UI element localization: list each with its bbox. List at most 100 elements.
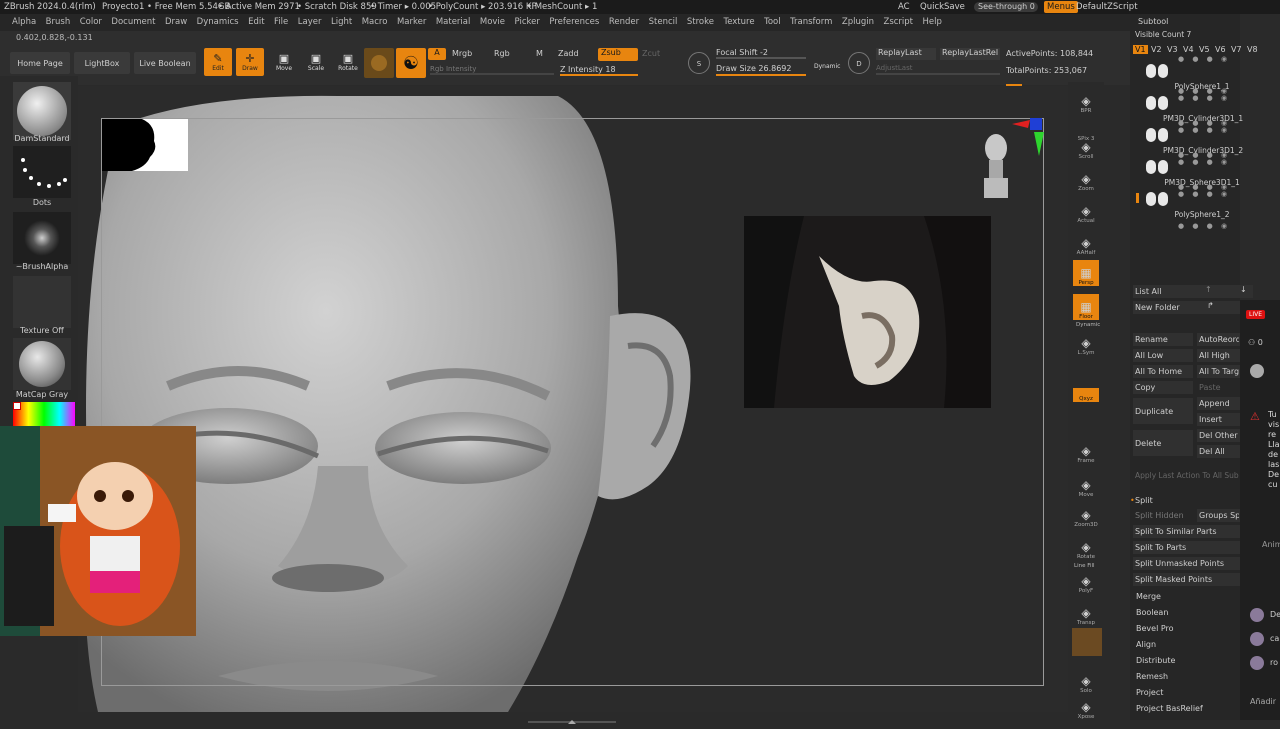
live-boolean-button[interactable]: Live Boolean [134, 52, 196, 74]
menu-dynamics[interactable]: Dynamics [197, 17, 239, 27]
edit-button[interactable]: ✎ Edit [204, 48, 232, 76]
rotate-button[interactable]: ▣ Rotate [334, 48, 362, 76]
del-other-button[interactable]: Del Other [1199, 431, 1238, 440]
shelf-bpr-button[interactable]: ◈ BPR [1073, 88, 1099, 114]
shelf-scroll-button[interactable]: ◈ Scroll [1073, 134, 1099, 160]
rgb-toggle[interactable]: Rgb [494, 49, 510, 58]
section-remesh[interactable]: Remesh [1136, 672, 1168, 681]
stroke-s-icon[interactable]: S [688, 52, 710, 74]
version-v7-tab[interactable]: V7 [1229, 45, 1244, 54]
insert-button[interactable]: Insert [1199, 415, 1222, 424]
menu-edit[interactable]: Edit [248, 17, 264, 27]
shelf-aahalf-button[interactable]: ◈ AAHalf [1073, 230, 1099, 256]
split-item-button[interactable]: Split To Parts [1135, 543, 1186, 552]
shelf-persp-button[interactable]: ▦ Persp [1073, 260, 1099, 286]
all-low-button[interactable]: All Low [1135, 351, 1163, 360]
subtool-toggle-row[interactable]: ● ● ● ◉ [1178, 190, 1230, 198]
color-picker[interactable] [13, 402, 75, 428]
menu-alpha[interactable]: Alpha [12, 17, 36, 27]
shelf-polyf-button[interactable]: ◈ PolyF [1073, 568, 1099, 594]
draw-button[interactable]: ✛ Draw [236, 48, 264, 76]
menu-stroke[interactable]: Stroke [687, 17, 714, 27]
navigation-head-gizmo[interactable] [980, 130, 1014, 200]
groups-split-button[interactable]: Groups Split [1199, 511, 1239, 520]
apply-last-action-button[interactable]: Apply Last Action To All Sub [1135, 471, 1239, 480]
subtool-toggle-row[interactable]: ● ● ● ◉ [1178, 119, 1230, 127]
stroke-thumbnail[interactable] [13, 146, 71, 198]
split-item-button[interactable]: Split Unmasked Points [1135, 559, 1224, 568]
split-hidden-button[interactable]: Split Hidden [1135, 511, 1184, 520]
add-button[interactable]: Añadir [1250, 697, 1276, 706]
menu-zscript[interactable]: Zscript [884, 17, 914, 27]
rename-button[interactable]: Rename [1135, 335, 1168, 344]
all-to-home-button[interactable]: All To Home [1135, 367, 1182, 376]
lightbox-button[interactable]: LightBox [74, 52, 130, 74]
dynamic-label[interactable]: Dynamic [1076, 322, 1100, 328]
delete-button[interactable]: Delete [1135, 439, 1161, 448]
see-through-slider[interactable]: See-through 0 [974, 2, 1038, 12]
subtool-toggle-row[interactable]: ● ● ● ◉ [1178, 55, 1230, 63]
shelf-zoom3d-button[interactable]: ◈ Zoom3D [1073, 502, 1099, 528]
stroke-d-icon[interactable]: D [848, 52, 870, 74]
shelf-xpose-button[interactable]: ◈ Xpose [1073, 694, 1099, 720]
menu-color[interactable]: Color [80, 17, 102, 27]
subtool-toggle-row[interactable]: ● ● ● ◉ [1178, 158, 1230, 166]
section-project[interactable]: Project [1136, 688, 1163, 697]
ac-button[interactable]: AC [898, 0, 910, 14]
menu-material[interactable]: Material [436, 17, 471, 27]
section-align[interactable]: Align [1136, 640, 1156, 649]
adjust-last-slider[interactable]: AdjustLast [876, 64, 1000, 75]
shelf-actual-button[interactable]: ◈ Actual [1073, 198, 1099, 224]
shelf-l-sym-button[interactable]: ◈ L.Sym [1073, 330, 1099, 356]
menu-draw[interactable]: Draw [165, 17, 187, 27]
version-v8-tab[interactable]: V8 [1245, 45, 1260, 54]
menu-file[interactable]: File [274, 17, 288, 27]
zcut-toggle[interactable]: Zcut [642, 49, 660, 58]
home-page-button[interactable]: Home Page [10, 52, 70, 74]
duplicate-button[interactable]: Duplicate [1135, 407, 1173, 416]
folder-arrow-icon[interactable]: ↱ [1207, 301, 1214, 310]
focal-shift-slider[interactable]: Focal Shift -2 [716, 48, 806, 59]
section-project-basrelief[interactable]: Project BasRelief [1136, 704, 1203, 713]
section-merge[interactable]: Merge [1136, 592, 1161, 601]
version-v5-tab[interactable]: V5 [1197, 45, 1212, 54]
menu-help[interactable]: Help [923, 17, 942, 27]
texture-thumbnail[interactable] [13, 276, 71, 328]
shelf-rotate-button[interactable]: ◈ Rotate [1073, 534, 1099, 560]
shelf-transp-button[interactable]: ◈ Transp [1073, 600, 1099, 626]
menu-light[interactable]: Light [331, 17, 352, 27]
material-thumbnail[interactable] [13, 338, 71, 390]
menu-document[interactable]: Document [111, 17, 155, 27]
menu-render[interactable]: Render [609, 17, 639, 27]
append-button[interactable]: Append [1199, 399, 1230, 408]
subtool-toggle-row[interactable]: ● ● ● ◉ [1178, 222, 1230, 230]
down-arrow-icon[interactable]: ↓ [1240, 285, 1247, 294]
subtool-thumb[interactable] [1144, 192, 1170, 210]
section-bevel-pro[interactable]: Bevel Pro [1136, 624, 1174, 633]
subtool-toggle-row[interactable]: ● ● ● ◉ [1178, 151, 1230, 159]
move-button[interactable]: ▣ Move [270, 48, 298, 76]
menu-marker[interactable]: Marker [397, 17, 426, 27]
subtool-toggle-row[interactable]: ● ● ● ◉ [1178, 87, 1230, 95]
replay-last-button[interactable]: ReplayLast [876, 48, 936, 60]
subtool-header[interactable]: Subtool [1138, 17, 1168, 26]
split-section-header[interactable]: Split [1135, 496, 1153, 505]
paste-button[interactable]: Paste [1199, 383, 1221, 392]
split-item-button[interactable]: Split To Similar Parts [1135, 527, 1216, 536]
version-v6-tab[interactable]: V6 [1213, 45, 1228, 54]
axis-gizmo[interactable] [1010, 116, 1046, 160]
rgb-intensity-slider[interactable]: Rgb Intensity [430, 65, 554, 75]
dynamic-toggle[interactable]: Dynamic [814, 63, 840, 70]
draw-size-slider[interactable]: Draw Size 26.8692 [716, 64, 806, 76]
menu-transform[interactable]: Transform [790, 17, 832, 27]
material-swatch-button[interactable] [364, 48, 394, 78]
a-toggle[interactable]: A [428, 48, 446, 60]
subtool-toggle-row[interactable]: ● ● ● ◉ [1178, 126, 1230, 134]
z-intensity-slider[interactable]: Z Intensity 18 [560, 65, 638, 76]
menu-stencil[interactable]: Stencil [649, 17, 678, 27]
shelf-move-button[interactable]: ◈ Move [1073, 472, 1099, 498]
section-boolean[interactable]: Boolean [1136, 608, 1168, 617]
subtool-toggle-row[interactable]: ● ● ● ◉ [1178, 94, 1230, 102]
version-v1-tab[interactable]: V1 [1133, 45, 1148, 54]
scale-button[interactable]: ▣ Scale [302, 48, 330, 76]
